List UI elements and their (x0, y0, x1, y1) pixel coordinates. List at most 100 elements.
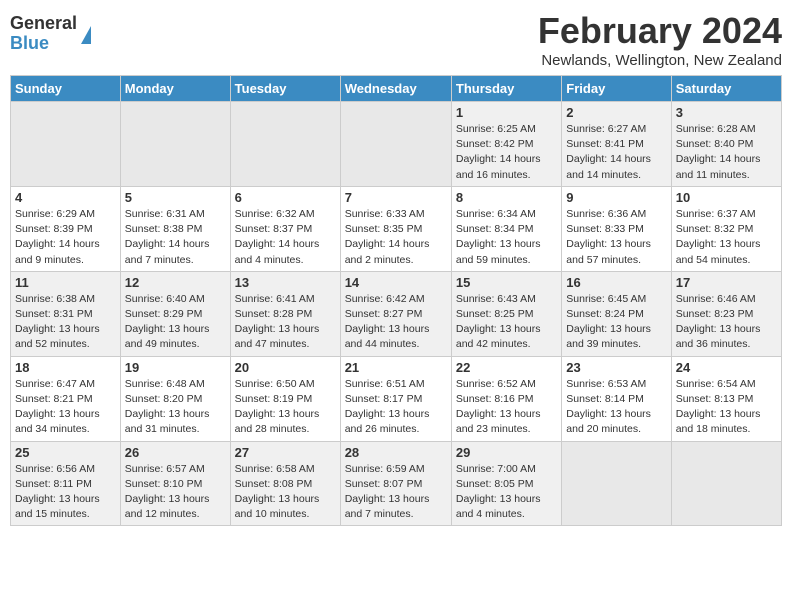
day-number: 3 (676, 105, 777, 120)
day-info: Sunrise: 6:48 AM Sunset: 8:20 PM Dayligh… (125, 377, 226, 438)
day-info: Sunrise: 6:58 AM Sunset: 8:08 PM Dayligh… (235, 462, 336, 523)
day-info: Sunrise: 6:33 AM Sunset: 8:35 PM Dayligh… (345, 207, 447, 268)
day-number: 5 (125, 190, 226, 205)
week-row-3: 11 Sunrise: 6:38 AM Sunset: 8:31 PM Dayli… (11, 271, 782, 356)
calendar-cell: 17 Sunrise: 6:46 AM Sunset: 8:23 PM Dayli… (671, 271, 781, 356)
calendar-cell (11, 102, 121, 187)
month-title: February 2024 (538, 10, 782, 52)
day-number: 10 (676, 190, 777, 205)
day-number: 29 (456, 445, 557, 460)
calendar-cell (230, 102, 340, 187)
week-row-1: 1 Sunrise: 6:25 AM Sunset: 8:42 PM Daylig… (11, 102, 782, 187)
calendar-cell: 12 Sunrise: 6:40 AM Sunset: 8:29 PM Dayli… (120, 271, 230, 356)
day-number: 17 (676, 275, 777, 290)
day-info: Sunrise: 6:57 AM Sunset: 8:10 PM Dayligh… (125, 462, 226, 523)
day-number: 21 (345, 360, 447, 375)
week-row-4: 18Sunrise: 6:47 AM Sunset: 8:21 PM Dayli… (11, 356, 782, 441)
week-row-2: 4Sunrise: 6:29 AM Sunset: 8:39 PM Daylig… (11, 186, 782, 271)
day-number: 26 (125, 445, 226, 460)
day-number: 20 (235, 360, 336, 375)
day-info: Sunrise: 6:51 AM Sunset: 8:17 PM Dayligh… (345, 377, 447, 438)
day-info: Sunrise: 6:28 AM Sunset: 8:40 PM Dayligh… (676, 122, 777, 183)
week-row-5: 25 Sunrise: 6:56 AM Sunset: 8:11 PM Dayli… (11, 441, 782, 526)
calendar-cell: 10 Sunrise: 6:37 AM Sunset: 8:32 PM Dayli… (671, 186, 781, 271)
weekday-header-wednesday: Wednesday (340, 76, 451, 102)
weekday-header-row: SundayMondayTuesdayWednesdayThursdayFrid… (11, 76, 782, 102)
calendar-cell: 14 Sunrise: 6:42 AM Sunset: 8:27 PM Dayli… (340, 271, 451, 356)
day-info: Sunrise: 6:52 AM Sunset: 8:16 PM Dayligh… (456, 377, 557, 438)
weekday-header-monday: Monday (120, 76, 230, 102)
day-number: 8 (456, 190, 557, 205)
calendar-cell: 3 Sunrise: 6:28 AM Sunset: 8:40 PM Daylig… (671, 102, 781, 187)
weekday-header-saturday: Saturday (671, 76, 781, 102)
day-info: Sunrise: 6:27 AM Sunset: 8:41 PM Dayligh… (566, 122, 666, 183)
day-info: Sunrise: 6:43 AM Sunset: 8:25 PM Dayligh… (456, 292, 557, 353)
day-number: 12 (125, 275, 226, 290)
logo-blue: Blue (10, 34, 77, 54)
day-info: Sunrise: 6:37 AM Sunset: 8:32 PM Dayligh… (676, 207, 777, 268)
calendar-cell: 20Sunrise: 6:50 AM Sunset: 8:19 PM Dayli… (230, 356, 340, 441)
calendar-cell: 4Sunrise: 6:29 AM Sunset: 8:39 PM Daylig… (11, 186, 121, 271)
day-number: 2 (566, 105, 666, 120)
logo-general: General (10, 14, 77, 34)
weekday-header-thursday: Thursday (451, 76, 561, 102)
calendar-table: SundayMondayTuesdayWednesdayThursdayFrid… (10, 75, 782, 526)
day-info: Sunrise: 7:00 AM Sunset: 8:05 PM Dayligh… (456, 462, 557, 523)
calendar-cell: 13 Sunrise: 6:41 AM Sunset: 8:28 PM Dayli… (230, 271, 340, 356)
day-number: 11 (15, 275, 116, 290)
calendar-cell: 24 Sunrise: 6:54 AM Sunset: 8:13 PM Dayli… (671, 356, 781, 441)
day-number: 23 (566, 360, 666, 375)
day-number: 24 (676, 360, 777, 375)
calendar-cell (671, 441, 781, 526)
day-number: 22 (456, 360, 557, 375)
day-number: 14 (345, 275, 447, 290)
day-info: Sunrise: 6:56 AM Sunset: 8:11 PM Dayligh… (15, 462, 116, 523)
day-number: 28 (345, 445, 447, 460)
day-info: Sunrise: 6:41 AM Sunset: 8:28 PM Dayligh… (235, 292, 336, 353)
title-area: February 2024 Newlands, Wellington, New … (538, 10, 782, 69)
calendar-cell: 21 Sunrise: 6:51 AM Sunset: 8:17 PM Dayli… (340, 356, 451, 441)
logo-triangle-icon (81, 26, 91, 44)
location-title: Newlands, Wellington, New Zealand (538, 52, 782, 69)
calendar-cell (340, 102, 451, 187)
day-number: 13 (235, 275, 336, 290)
calendar-cell: 27Sunrise: 6:58 AM Sunset: 8:08 PM Dayli… (230, 441, 340, 526)
day-info: Sunrise: 6:54 AM Sunset: 8:13 PM Dayligh… (676, 377, 777, 438)
calendar-cell: 8 Sunrise: 6:34 AM Sunset: 8:34 PM Daylig… (451, 186, 561, 271)
day-info: Sunrise: 6:45 AM Sunset: 8:24 PM Dayligh… (566, 292, 666, 353)
weekday-header-sunday: Sunday (11, 76, 121, 102)
day-number: 1 (456, 105, 557, 120)
day-number: 16 (566, 275, 666, 290)
day-info: Sunrise: 6:53 AM Sunset: 8:14 PM Dayligh… (566, 377, 666, 438)
calendar-cell: 19 Sunrise: 6:48 AM Sunset: 8:20 PM Dayli… (120, 356, 230, 441)
calendar-cell: 18Sunrise: 6:47 AM Sunset: 8:21 PM Dayli… (11, 356, 121, 441)
header: General Blue February 2024 Newlands, Wel… (10, 10, 782, 69)
day-info: Sunrise: 6:42 AM Sunset: 8:27 PM Dayligh… (345, 292, 447, 353)
calendar-cell: 15 Sunrise: 6:43 AM Sunset: 8:25 PM Dayli… (451, 271, 561, 356)
day-number: 19 (125, 360, 226, 375)
calendar-cell: 22 Sunrise: 6:52 AM Sunset: 8:16 PM Dayli… (451, 356, 561, 441)
day-info: Sunrise: 6:34 AM Sunset: 8:34 PM Dayligh… (456, 207, 557, 268)
calendar-cell (562, 441, 671, 526)
calendar-cell (120, 102, 230, 187)
calendar-cell: 5 Sunrise: 6:31 AM Sunset: 8:38 PM Daylig… (120, 186, 230, 271)
calendar-cell: 16 Sunrise: 6:45 AM Sunset: 8:24 PM Dayli… (562, 271, 671, 356)
day-info: Sunrise: 6:25 AM Sunset: 8:42 PM Dayligh… (456, 122, 557, 183)
calendar-cell: 9Sunrise: 6:36 AM Sunset: 8:33 PM Daylig… (562, 186, 671, 271)
day-info: Sunrise: 6:38 AM Sunset: 8:31 PM Dayligh… (15, 292, 116, 353)
calendar-cell: 7 Sunrise: 6:33 AM Sunset: 8:35 PM Daylig… (340, 186, 451, 271)
day-info: Sunrise: 6:40 AM Sunset: 8:29 PM Dayligh… (125, 292, 226, 353)
day-info: Sunrise: 6:29 AM Sunset: 8:39 PM Dayligh… (15, 207, 116, 268)
calendar-cell: 1 Sunrise: 6:25 AM Sunset: 8:42 PM Daylig… (451, 102, 561, 187)
day-number: 15 (456, 275, 557, 290)
logo-text: General Blue (10, 14, 77, 54)
calendar-cell: 29 Sunrise: 7:00 AM Sunset: 8:05 PM Dayli… (451, 441, 561, 526)
day-number: 6 (235, 190, 336, 205)
day-number: 7 (345, 190, 447, 205)
weekday-header-tuesday: Tuesday (230, 76, 340, 102)
day-info: Sunrise: 6:36 AM Sunset: 8:33 PM Dayligh… (566, 207, 666, 268)
day-info: Sunrise: 6:46 AM Sunset: 8:23 PM Dayligh… (676, 292, 777, 353)
day-info: Sunrise: 6:59 AM Sunset: 8:07 PM Dayligh… (345, 462, 447, 523)
day-info: Sunrise: 6:31 AM Sunset: 8:38 PM Dayligh… (125, 207, 226, 268)
day-number: 25 (15, 445, 116, 460)
